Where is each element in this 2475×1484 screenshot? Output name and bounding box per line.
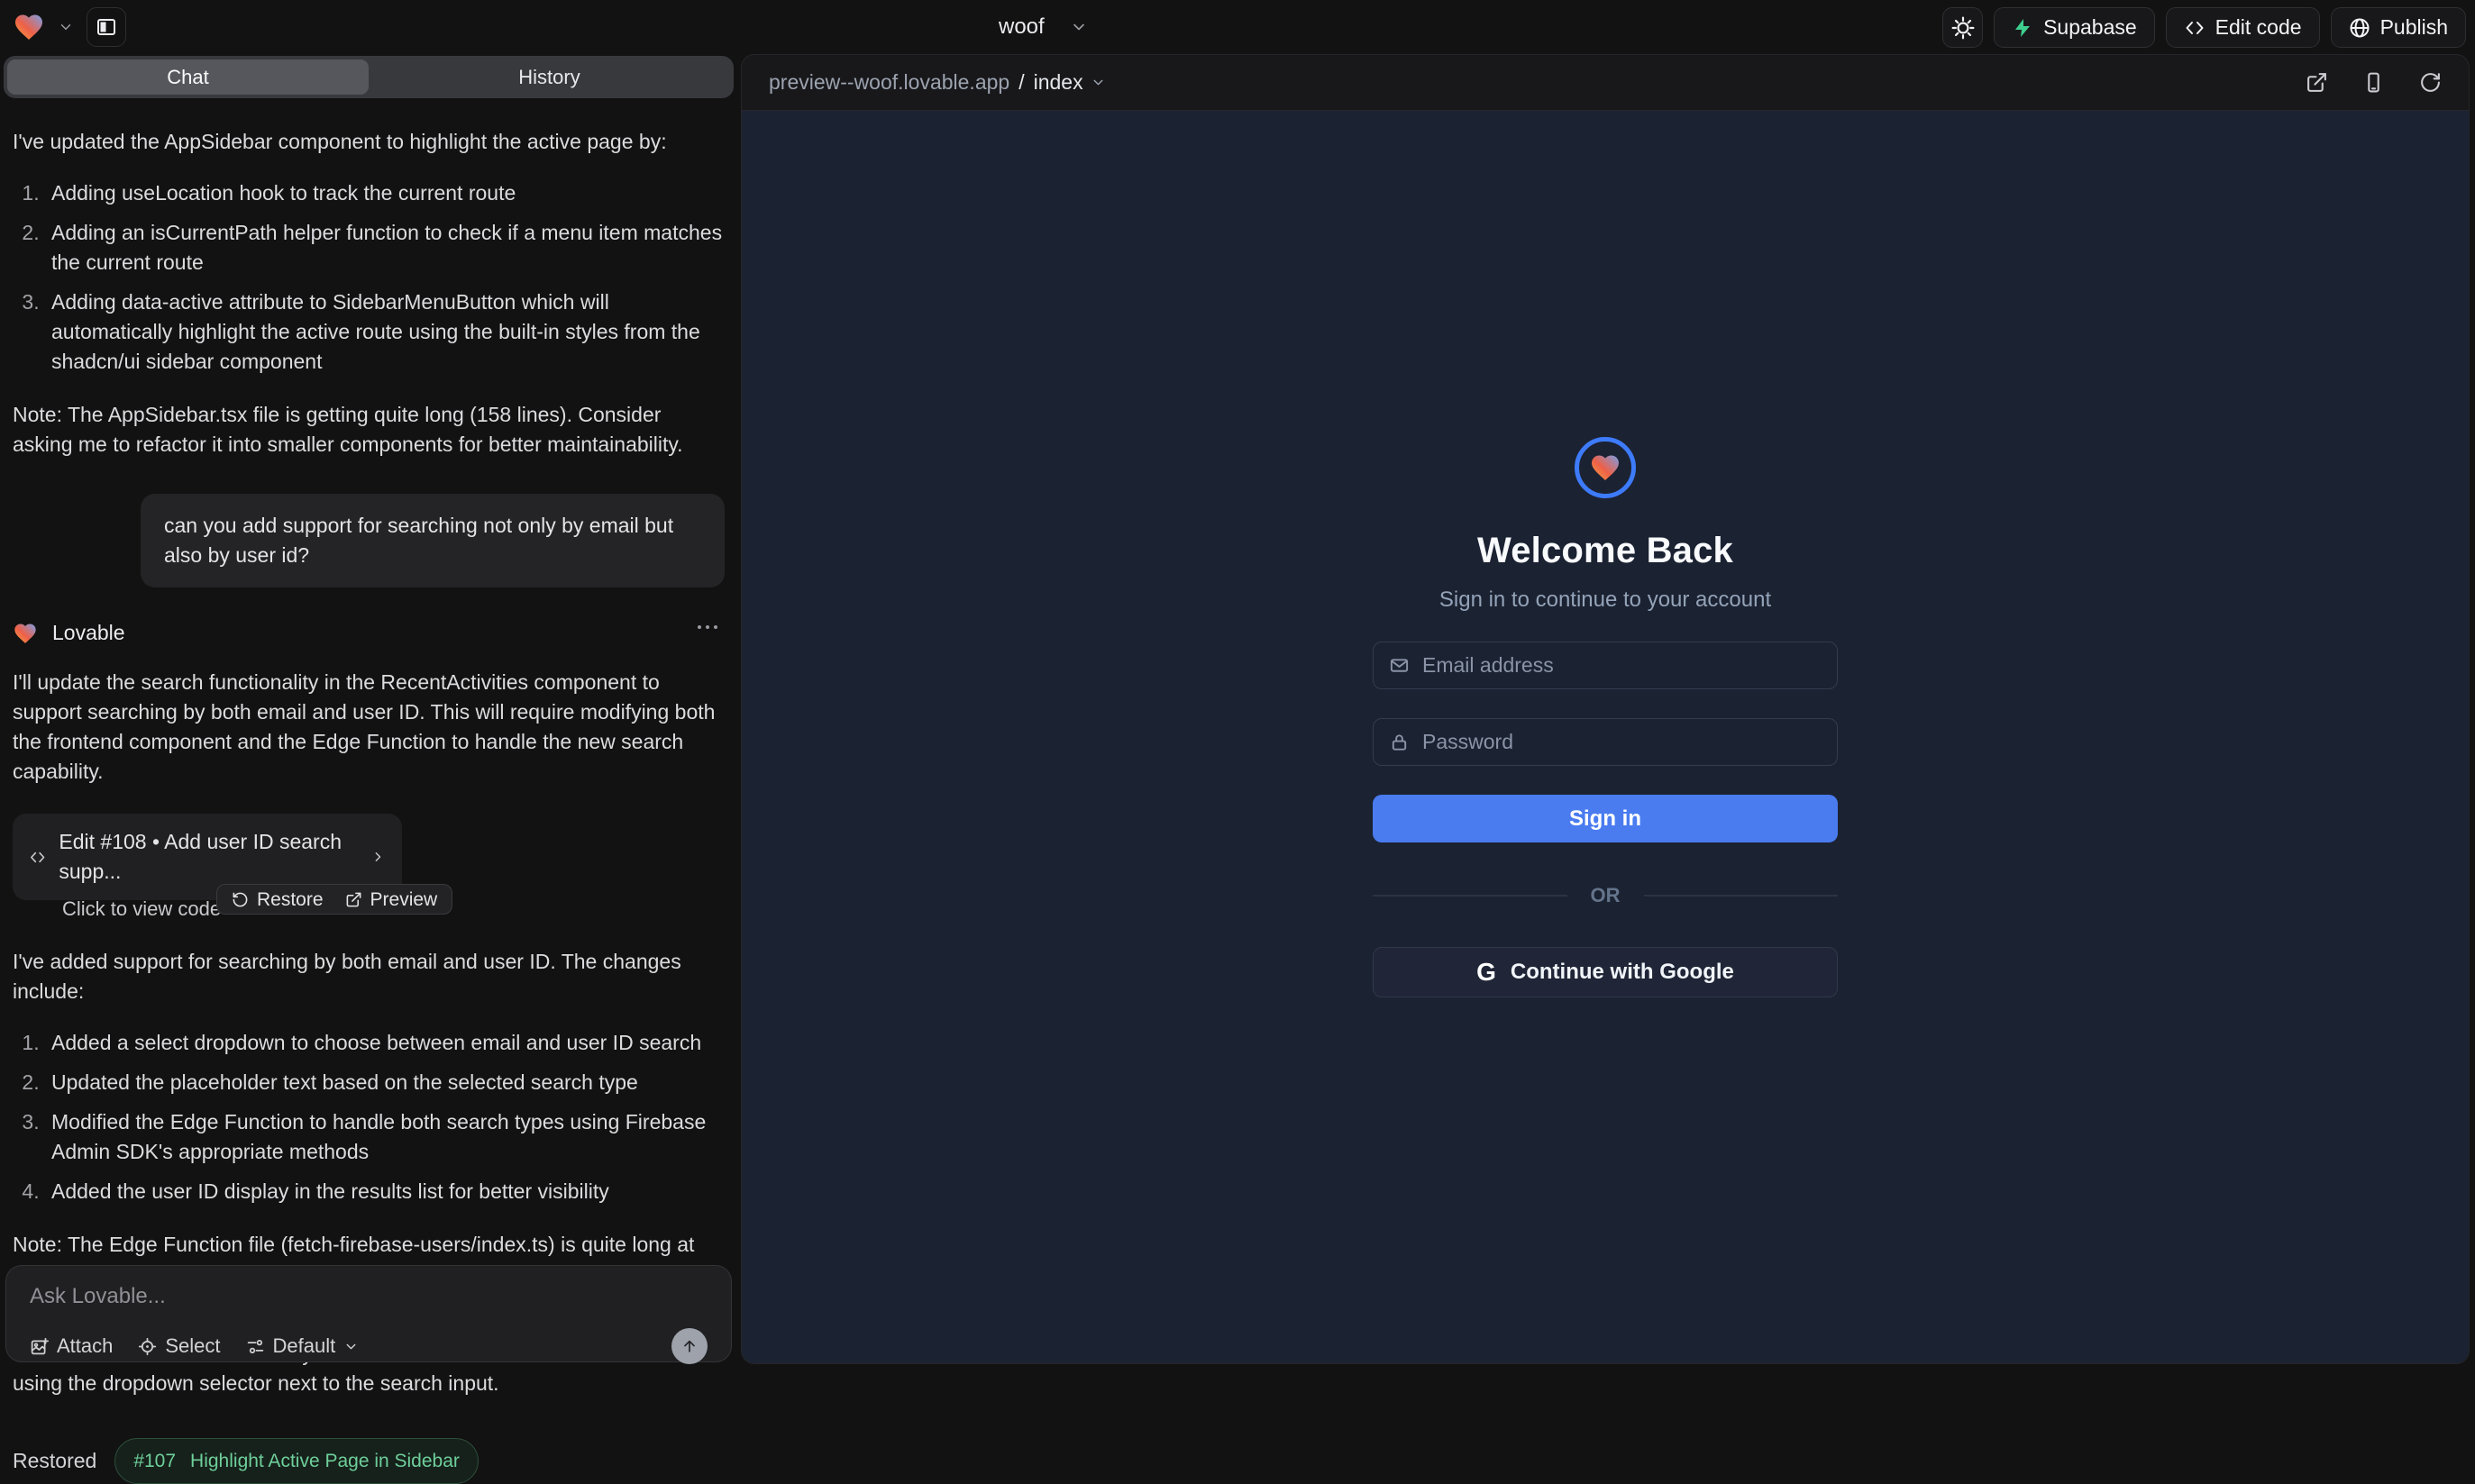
app-heart-icon [1589,451,1621,484]
google-button-label: Continue with Google [1511,960,1734,985]
chevron-down-icon [343,1339,359,1354]
email-field-wrap [1373,642,1838,689]
supabase-bolt-icon [2012,17,2033,39]
version-number: #107 [133,1446,176,1476]
preview-url-host: preview--woof.lovable.app [769,70,1009,95]
edit-card-title: Edit #108 • Add user ID search supp... [59,827,354,887]
sign-in-button[interactable]: Sign in [1373,795,1838,842]
chevron-right-icon [370,848,386,866]
google-g-icon: G [1476,958,1496,987]
open-in-new-tab-icon[interactable] [2306,71,2328,94]
globe-icon [2349,17,2370,39]
restored-label: Restored [13,1446,96,1476]
attach-image-icon [30,1337,49,1356]
lock-icon [1389,732,1410,752]
lovable-logo-heart-icon[interactable] [13,11,45,43]
preview-panel: preview--woof.lovable.app / index Welcom… [741,54,2470,1364]
project-title: woof [999,14,1045,40]
assistant-numbered-list: Added a select dropdown to choose betwee… [13,1028,725,1206]
password-field-wrap [1373,718,1838,766]
more-options-icon[interactable] [698,625,717,629]
version-title: Highlight Active Page in Sidebar [190,1446,460,1476]
panel-left-icon [96,16,117,38]
assistant-note: Note: The AppSidebar.tsx file is getting… [13,400,725,460]
lovable-heart-icon [13,621,38,646]
preview-url-bar: preview--woof.lovable.app / index [742,55,2469,111]
settings-button[interactable] [1942,7,1983,48]
list-item: Updated the placeholder text based on th… [45,1068,725,1097]
project-chevron-down-icon [1070,18,1088,36]
list-item: Added the user ID display in the results… [45,1177,725,1206]
password-field[interactable] [1422,730,1822,754]
user-message-row: can you add support for searching not on… [13,494,725,587]
restored-version-badge[interactable]: #107 Highlight Active Page in Sidebar [114,1438,479,1484]
email-field[interactable] [1422,653,1822,678]
welcome-title: Welcome Back [1477,531,1733,571]
preview-app-content: Welcome Back Sign in to continue to your… [742,111,2469,1363]
select-label: Select [165,1334,220,1358]
chat-history-tabs: Chat History [4,56,734,98]
chat-composer: Attach Select Default [5,1265,732,1362]
code-icon [2184,17,2206,39]
external-link-icon [345,891,362,908]
gear-icon [1951,16,1975,40]
refresh-icon[interactable] [2419,71,2442,94]
attach-label: Attach [57,1334,113,1358]
or-divider: OR [1373,884,1838,907]
attach-button[interactable]: Attach [30,1334,113,1358]
logo-chevron-down-icon[interactable] [58,19,74,35]
assistant-paragraph: I'll update the search functionality in … [13,668,725,787]
select-button[interactable]: Select [138,1334,220,1358]
google-sign-in-button[interactable]: G Continue with Google [1373,947,1838,997]
tab-history[interactable]: History [369,59,730,95]
envelope-icon [1389,655,1410,676]
or-label: OR [1591,884,1621,907]
mobile-view-icon[interactable] [2362,71,2385,94]
assistant-paragraph: I've updated the AppSidebar component to… [13,127,725,157]
preview-button[interactable]: Preview [345,885,438,915]
list-item: Modified the Edge Function to handle bot… [45,1107,725,1167]
mode-label: Default [273,1334,336,1358]
code-icon [29,847,46,868]
supabase-button[interactable]: Supabase [1994,7,2155,48]
route-chevron-down-icon[interactable] [1091,75,1106,90]
edit-code-button[interactable]: Edit code [2166,7,2320,48]
app-logo [1575,437,1636,498]
assistant-name: Lovable [52,618,125,648]
top-bar: woof Supabase Edit code [0,0,2475,54]
edit-card-wrap: Edit #108 • Add user ID search supp... C… [13,814,725,915]
restore-label: Restore [257,885,324,915]
edit-code-label: Edit code [2215,15,2302,40]
supabase-label: Supabase [2043,15,2137,40]
mode-dropdown[interactable]: Default [246,1334,360,1358]
project-switcher[interactable]: woof [999,0,1088,54]
list-item: Added a select dropdown to choose betwee… [45,1028,725,1058]
sidebar-toggle-button[interactable] [87,7,126,47]
arrow-up-icon [680,1337,699,1355]
restore-icon [232,891,249,908]
restored-row: Restored #107 Highlight Active Page in S… [13,1438,725,1484]
restore-preview-toolbar: Restore Preview [216,884,452,915]
user-message-bubble: can you add support for searching not on… [141,494,725,587]
welcome-subtitle: Sign in to continue to your account [1439,587,1771,613]
list-item: Adding an isCurrentPath helper function … [45,218,725,278]
send-button[interactable] [671,1328,708,1364]
restore-button[interactable]: Restore [232,885,324,915]
sliders-icon [246,1337,265,1356]
chat-input[interactable] [30,1284,708,1316]
assistant-paragraph: I've added support for searching by both… [13,947,725,1006]
chat-panel: Chat History I've updated the AppSidebar… [0,54,737,1371]
preview-label: Preview [370,885,438,915]
sign-in-card: Welcome Back Sign in to continue to your… [1373,437,1838,997]
url-separator: / [1018,70,1024,95]
preview-route-dropdown[interactable]: index [1034,70,1083,95]
publish-label: Publish [2380,15,2448,40]
assistant-numbered-list: Adding useLocation hook to track the cur… [13,178,725,377]
assistant-header: Lovable [13,618,725,648]
list-item: Adding data-active attribute to SidebarM… [45,287,725,377]
list-item: Adding useLocation hook to track the cur… [45,178,725,208]
select-target-icon [138,1337,157,1356]
publish-button[interactable]: Publish [2331,7,2466,48]
tab-chat[interactable]: Chat [7,59,369,95]
